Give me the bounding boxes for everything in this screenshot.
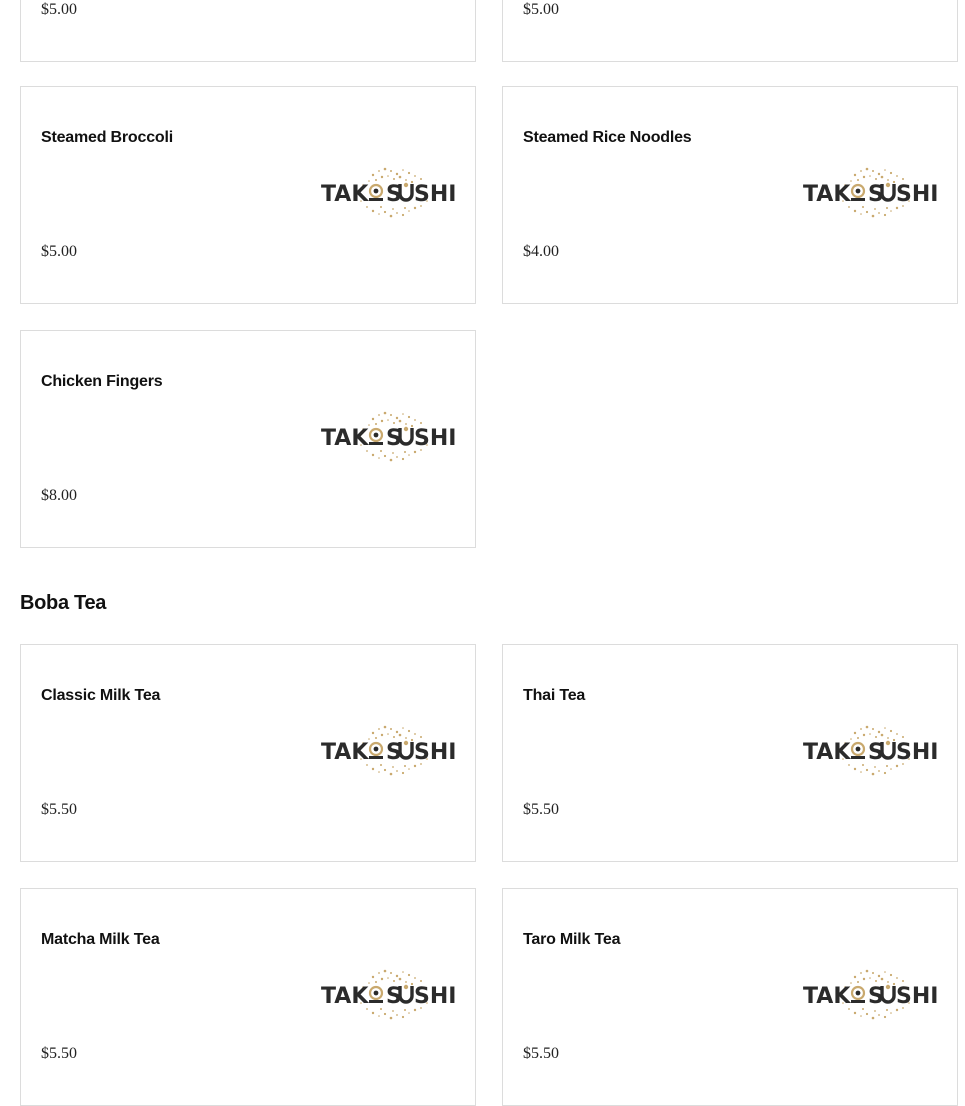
tako-sushi-logo [803,723,939,779]
menu-item-card[interactable]: Chicken Fingers $8.00 [20,330,476,548]
tako-sushi-logo [321,165,457,221]
item-price: $5.00 [41,243,77,260]
item-price: $4.00 [523,243,559,260]
menu-item-card[interactable]: Matcha Milk Tea $5.50 [20,888,476,1106]
tako-sushi-logo [321,409,457,465]
item-name: Chicken Fingers [41,373,163,390]
item-name: Thai Tea [523,687,586,704]
item-price: $5.50 [41,801,77,818]
item-price: $5.00 [41,1,77,18]
tako-sushi-logo [803,165,939,221]
menu-page: $5.00 $5.00 Steamed Broccoli $5.00 Steam… [0,0,965,1106]
item-name: Steamed Broccoli [41,129,173,146]
section-title-boba-tea: Boba Tea [20,592,107,614]
menu-item-card[interactable]: Classic Milk Tea $5.50 [20,644,476,862]
menu-item-card[interactable]: $5.00 [20,0,476,62]
item-price: $5.50 [41,1045,77,1062]
menu-item-card[interactable]: Taro Milk Tea $5.50 [502,888,958,1106]
tako-sushi-logo [803,967,939,1023]
menu-item-card[interactable]: $5.00 [502,0,958,62]
menu-item-card[interactable]: Thai Tea $5.50 [502,644,958,862]
tako-sushi-logo [321,967,457,1023]
menu-item-card[interactable]: Steamed Rice Noodles $4.00 [502,86,958,304]
item-name: Matcha Milk Tea [41,931,160,948]
item-price: $5.00 [523,1,559,18]
item-name: Steamed Rice Noodles [523,129,692,146]
tako-sushi-logo [321,723,457,779]
item-price: $5.50 [523,801,559,818]
item-name: Taro Milk Tea [523,931,621,948]
item-name: Classic Milk Tea [41,687,161,704]
item-price: $5.50 [523,1045,559,1062]
item-price: $8.00 [41,487,77,504]
menu-item-card[interactable]: Steamed Broccoli $5.00 [20,86,476,304]
